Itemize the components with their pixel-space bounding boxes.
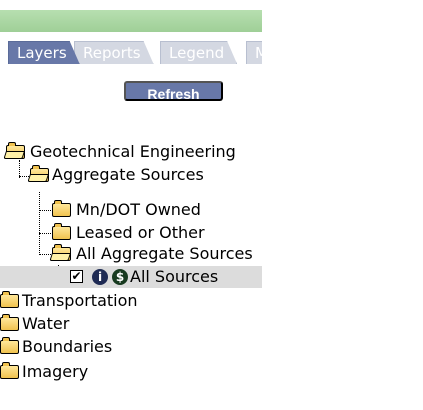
tree-item-geotechnical-engineering[interactable]: Geotechnical Engineering (0, 141, 262, 163)
tree-item-leased-or-other[interactable]: Leased or Other (0, 222, 262, 244)
tree-item-water[interactable]: Water (0, 313, 262, 335)
folder-icon (0, 314, 19, 331)
layer-checkbox[interactable]: ✔ (70, 270, 83, 283)
folder-open-icon (52, 244, 71, 261)
tree-label: Water (22, 314, 70, 333)
tree-item-transportation[interactable]: Transportation (0, 290, 262, 312)
tree-label: All Aggregate Sources (76, 244, 253, 263)
folder-open-icon (6, 142, 25, 159)
tab-layers[interactable]: Layers (8, 41, 80, 64)
tree-label: Boundaries (22, 337, 113, 356)
tree-item-all-sources[interactable]: ✔ i $ All Sources (0, 266, 262, 288)
folder-open-icon (30, 165, 49, 182)
tree-label: Aggregate Sources (52, 165, 204, 184)
tree-item-imagery[interactable]: Imagery (0, 361, 262, 383)
tree-item-aggregate-sources[interactable]: Aggregate Sources (0, 164, 262, 186)
folder-icon (52, 223, 71, 240)
info-icon[interactable]: i (92, 269, 108, 285)
tree-item-boundaries[interactable]: Boundaries (0, 336, 262, 358)
tree-label: Leased or Other (76, 223, 205, 242)
tree-label: Imagery (22, 362, 89, 381)
folder-icon (0, 337, 19, 354)
tree-label: Transportation (22, 291, 138, 310)
tree-label: Mn/DOT Owned (76, 200, 201, 219)
folder-icon (0, 291, 19, 308)
tree-label: All Sources (130, 267, 219, 286)
tree-item-all-aggregate-sources[interactable]: All Aggregate Sources (0, 243, 262, 265)
folder-icon (52, 200, 71, 217)
folder-icon (0, 362, 19, 379)
dollar-icon[interactable]: $ (112, 269, 128, 285)
tree-label: Geotechnical Engineering (30, 142, 236, 161)
tree-item-mndot-owned[interactable]: Mn/DOT Owned (0, 199, 262, 221)
